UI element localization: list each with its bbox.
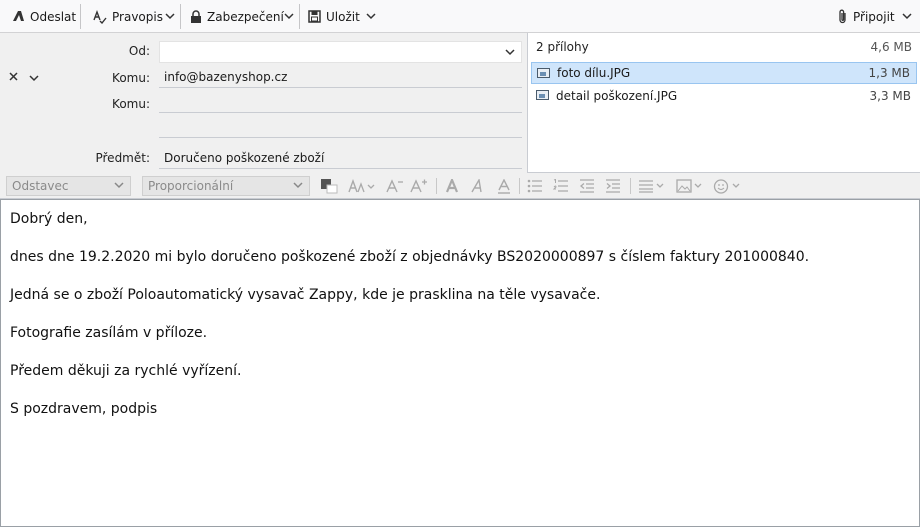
lock-icon xyxy=(191,9,201,23)
attachment-size: 1,3 MB xyxy=(868,66,910,80)
message-body-editor[interactable]: Dobrý den, dnes dne 19.2.2020 mi bylo do… xyxy=(0,199,920,527)
paragraph-style-value: Odstavec xyxy=(12,179,69,193)
subject-label: Předmět: xyxy=(95,151,150,165)
smaller-text-button[interactable] xyxy=(385,176,405,196)
attachment-item[interactable]: foto dílu.JPG 1,3 MB xyxy=(531,62,917,84)
subject-input[interactable]: Doručeno poškozené zboží xyxy=(159,147,522,169)
subject-value: Doručeno poškozené zboží xyxy=(164,150,325,165)
image-file-icon xyxy=(537,68,550,78)
chevron-down-icon xyxy=(114,182,124,189)
attachment-count[interactable]: 2 přílohy xyxy=(536,40,589,54)
send-label: Odeslat xyxy=(30,9,77,24)
italic-icon xyxy=(471,179,482,193)
body-line: dnes dne 19.2.2020 mi bylo doručeno pošk… xyxy=(10,249,810,265)
body-line: Fotografie zasílám v příloze. xyxy=(10,325,208,341)
chevron-down-icon xyxy=(366,13,376,20)
text-color-icon xyxy=(321,179,338,194)
indent-icon xyxy=(606,179,620,193)
toolbar-divider xyxy=(180,4,181,29)
paragraph-style-select[interactable]: Odstavec xyxy=(6,176,131,196)
spellcheck-dropdown[interactable] xyxy=(165,0,175,33)
security-label: Zabezpečení xyxy=(207,9,284,24)
chevron-down-icon xyxy=(902,13,912,20)
paperclip-icon xyxy=(839,9,846,24)
spellcheck-label: Pravopis xyxy=(112,9,163,24)
attachment-pane: 2 přílohy 4,6 MB foto dílu.JPG 1,3 MB de… xyxy=(527,33,920,173)
save-button[interactable]: Uložit xyxy=(308,0,360,33)
body-line: Předem děkuji za rychlé vyřízení. xyxy=(10,363,242,379)
toolbar-divider xyxy=(299,4,300,29)
attachment-size: 3,3 MB xyxy=(869,89,911,103)
outdent-button[interactable] xyxy=(578,176,596,196)
toolbar-divider xyxy=(80,4,81,29)
format-divider xyxy=(519,178,520,194)
align-button[interactable] xyxy=(637,176,667,196)
attach-label: Připojit xyxy=(853,9,895,24)
attach-dropdown[interactable] xyxy=(902,0,912,33)
format-divider xyxy=(630,178,631,194)
security-dropdown[interactable] xyxy=(284,0,294,33)
format-toolbar: Odstavec Proporcionální xyxy=(0,173,920,199)
bold-icon xyxy=(445,179,459,193)
text-larger-icon xyxy=(410,179,427,193)
save-label: Uložit xyxy=(326,9,360,24)
font-size-button[interactable] xyxy=(347,176,377,196)
chevron-down-icon xyxy=(165,13,175,20)
address-header: Od: Komu: info@bazenyshop.cz Komu: Předm… xyxy=(0,33,527,173)
chevron-down-icon xyxy=(284,13,294,20)
to-field-empty[interactable] xyxy=(159,91,522,113)
image-icon xyxy=(676,179,702,193)
spellcheck-icon xyxy=(93,9,107,24)
insert-emoji-button[interactable] xyxy=(712,176,744,196)
from-label: Od: xyxy=(128,44,150,58)
attachment-name: detail poškození.JPG xyxy=(556,89,678,103)
outdent-icon xyxy=(579,179,594,193)
align-icon xyxy=(639,180,664,193)
bold-button[interactable] xyxy=(443,176,461,196)
body-line: S pozdravem, podpis xyxy=(10,401,158,417)
image-file-icon xyxy=(536,90,549,100)
attachment-total-size: 4,6 MB xyxy=(870,40,912,54)
attachment-item[interactable]: detail poškození.JPG 3,3 MB xyxy=(531,85,917,107)
smiley-icon xyxy=(713,178,740,194)
security-button[interactable]: Zabezpečení xyxy=(190,0,284,33)
underline-button[interactable] xyxy=(495,176,513,196)
underline-icon xyxy=(498,178,510,194)
save-dropdown[interactable] xyxy=(366,0,376,33)
larger-text-button[interactable] xyxy=(409,176,429,196)
send-icon xyxy=(13,11,24,21)
bullet-list-button[interactable] xyxy=(526,176,544,196)
font-size-icon xyxy=(348,179,375,193)
from-value-redacted xyxy=(166,46,460,59)
extra-recipient-row[interactable] xyxy=(159,116,522,138)
text-color-button[interactable] xyxy=(318,176,340,196)
font-select[interactable]: Proporcionální xyxy=(142,176,310,196)
attachment-name: foto dílu.JPG xyxy=(557,66,631,80)
spellcheck-button[interactable]: Pravopis xyxy=(93,0,163,33)
indent-button[interactable] xyxy=(604,176,622,196)
bullet-list-icon xyxy=(527,179,542,193)
compose-toolbar: Odeslat Pravopis Zabezpečení Uložit Přip… xyxy=(0,0,920,33)
to-label: Komu: xyxy=(112,71,150,85)
to-label-empty: Komu: xyxy=(112,97,150,111)
attach-button[interactable]: Připojit xyxy=(838,0,895,33)
chevron-down-icon xyxy=(293,182,303,189)
from-select[interactable] xyxy=(159,41,522,63)
font-value: Proporcionální xyxy=(148,179,234,193)
to-value: info@bazenyshop.cz xyxy=(164,69,288,84)
numbered-list-button[interactable] xyxy=(552,176,570,196)
to-field[interactable]: info@bazenyshop.cz xyxy=(159,66,522,88)
insert-image-button[interactable] xyxy=(675,176,705,196)
format-divider xyxy=(436,178,437,194)
body-line: Jedná se o zboží Poloautomatický vysavač… xyxy=(10,287,601,303)
numbered-list-icon xyxy=(553,179,568,192)
text-smaller-icon xyxy=(386,179,403,193)
send-button[interactable]: Odeslat xyxy=(12,0,76,33)
save-icon xyxy=(308,10,321,23)
chevron-down-icon xyxy=(505,49,515,56)
body-line: Dobrý den, xyxy=(10,211,88,227)
italic-button[interactable] xyxy=(469,176,487,196)
